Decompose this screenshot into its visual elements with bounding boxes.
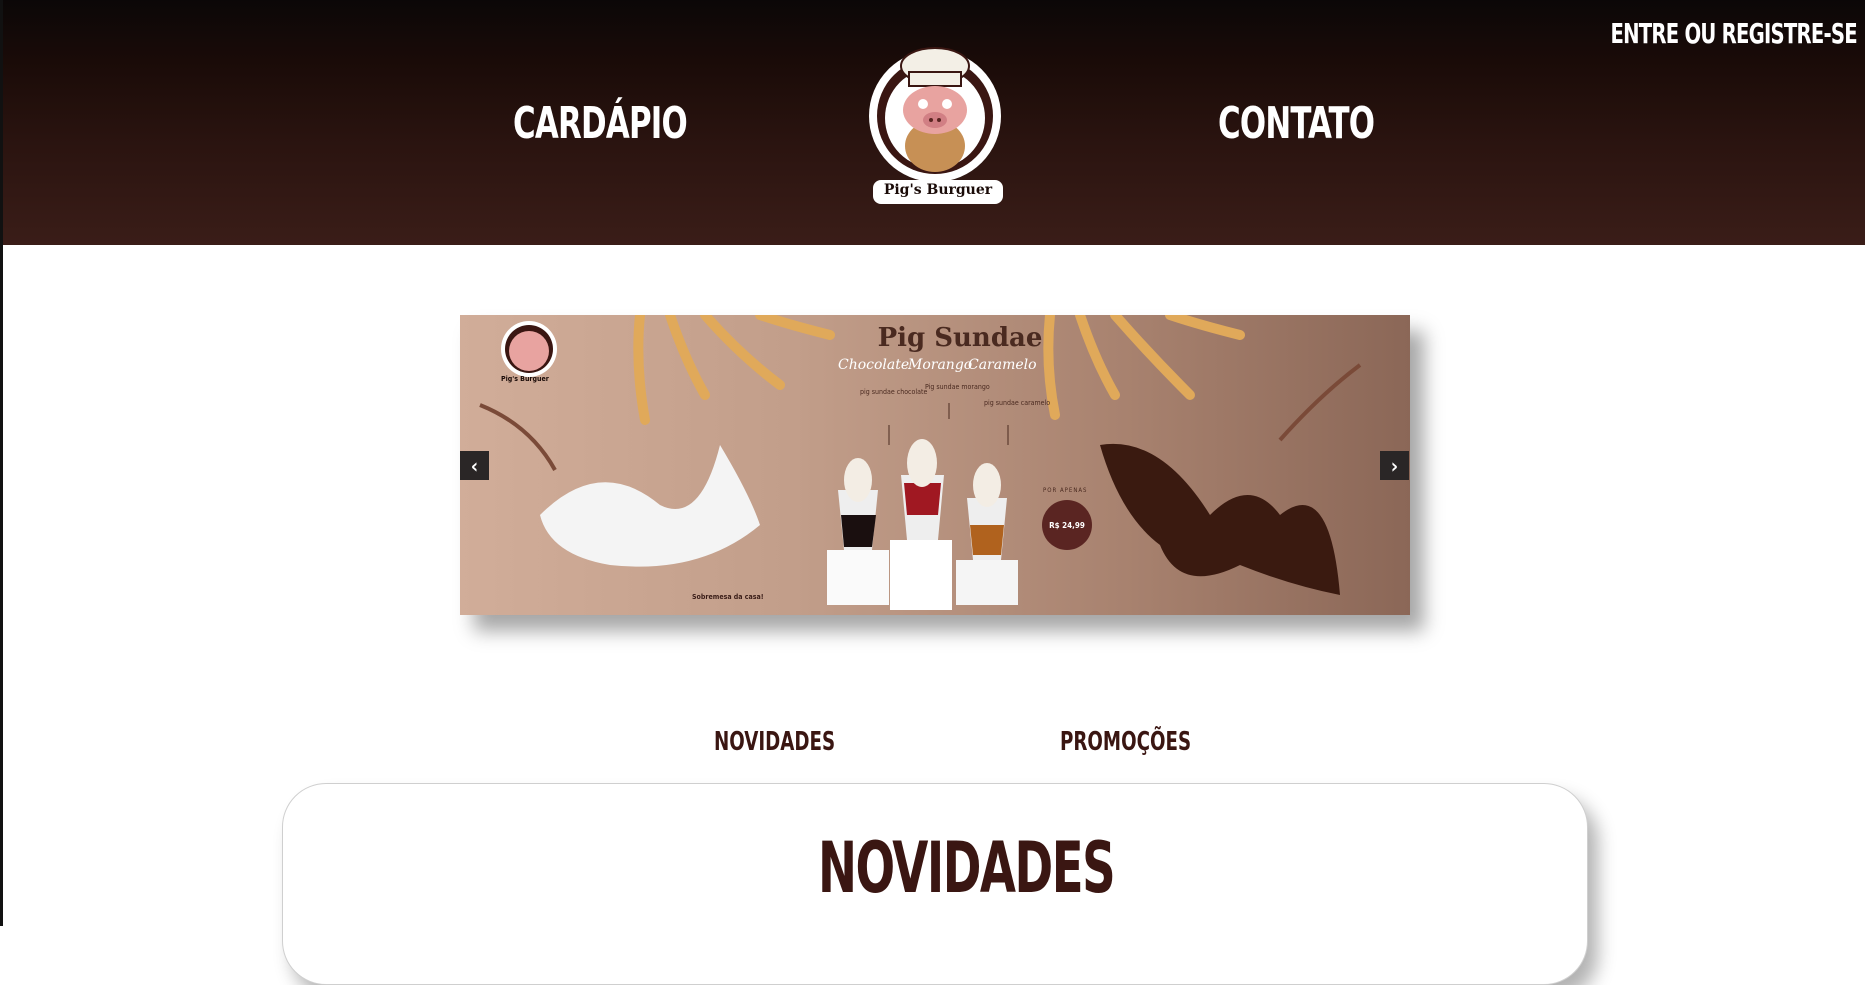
carousel-prev-arrow-icon[interactable]: ‹: [460, 451, 489, 480]
banner-flavor-caramelo: Caramelo: [968, 357, 1037, 373]
login-register-link[interactable]: ENTRE OU REGISTRE-SE: [1611, 17, 1858, 50]
nav-contato-link[interactable]: CONTATO: [1218, 98, 1375, 149]
price-caption: POR APENAS: [1043, 487, 1088, 494]
price-badge: R$ 24,99: [1042, 500, 1092, 550]
logo-text: Pig's Burguer: [883, 182, 993, 198]
banner-item-morango: Pig sundae morango: [925, 383, 990, 391]
carousel-next-arrow-icon[interactable]: ›: [1380, 451, 1409, 480]
tab-promocoes[interactable]: PROMOÇÕES: [1060, 727, 1191, 757]
site-header: CARDÁPIO CONTATO ENTRE OU REGISTRE-SE Pi…: [3, 0, 1865, 245]
banner-title: Pig Sundae: [877, 323, 1043, 353]
banner-logo-text: Pig's Burguer: [501, 375, 549, 383]
nav-cardapio-link[interactable]: CARDÁPIO: [513, 98, 688, 149]
section-title: NOVIDADES: [818, 827, 1116, 909]
banner-flavor-chocolate: Chocolate: [838, 357, 910, 373]
pigs-burguer-logo[interactable]: Pig's Burguer: [869, 40, 1007, 206]
tab-novidades[interactable]: NOVIDADES: [714, 727, 835, 757]
banner-item-caramelo: pig sundae caramelo: [984, 399, 1051, 407]
promo-banner[interactable]: Pig Sundae Chocolate Morango Caramelo pi…: [460, 315, 1410, 615]
banner-item-chocolate: pig sundae chocolate: [860, 388, 928, 396]
banner-flavor-morango: Morango: [908, 357, 973, 373]
banner-tagline: Sobremesa da casa!: [692, 593, 764, 601]
